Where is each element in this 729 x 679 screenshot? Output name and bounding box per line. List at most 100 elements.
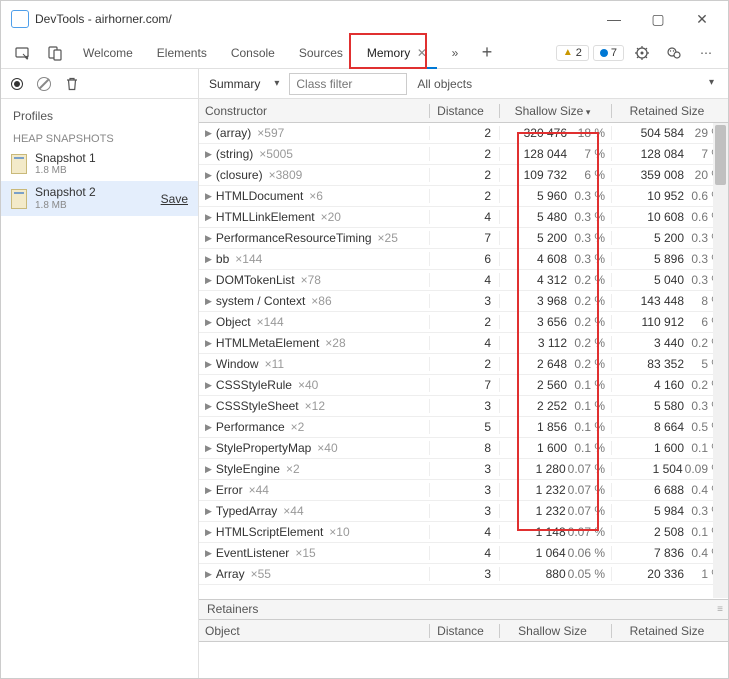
expand-icon[interactable]: ▶ — [205, 296, 212, 307]
feedback-icon[interactable] — [660, 39, 688, 67]
retained-size: 5 040 — [628, 273, 684, 287]
expand-icon[interactable]: ▶ — [205, 380, 212, 391]
distance-value: 4 — [429, 546, 499, 560]
table-row[interactable]: ▶StylePropertyMap×4081 6000.1 %1 6000.1 … — [199, 438, 728, 459]
table-row[interactable]: ▶system / Context×8633 9680.2 %143 4488 … — [199, 291, 728, 312]
maximize-button[interactable]: ▢ — [636, 4, 680, 34]
expand-icon[interactable]: ▶ — [205, 233, 212, 244]
close-button[interactable]: ✕ — [680, 4, 724, 34]
expand-icon[interactable]: ▶ — [205, 254, 212, 265]
objects-filter-dropdown[interactable]: All objects — [407, 77, 728, 91]
table-row[interactable]: ▶CSSStyleRule×4072 5600.1 %4 1600.2 % — [199, 375, 728, 396]
tab-elements[interactable]: Elements — [147, 37, 217, 69]
table-body[interactable]: ▶(array)×5972320 47618 %504 58429 %▶(str… — [199, 123, 728, 599]
instance-count: ×86 — [311, 294, 331, 308]
record-icon[interactable] — [11, 78, 23, 90]
expand-icon[interactable]: ▶ — [205, 422, 212, 433]
table-row[interactable]: ▶(string)×50052128 0447 %128 0847 % — [199, 144, 728, 165]
tab-sources[interactable]: Sources — [289, 37, 353, 69]
table-row[interactable]: ▶Performance×251 8560.1 %8 6640.5 % — [199, 417, 728, 438]
expand-icon[interactable]: ▶ — [205, 548, 212, 559]
expand-icon[interactable]: ▶ — [205, 212, 212, 223]
snapshot-2[interactable]: Snapshot 2 1.8 MB Save — [1, 181, 198, 215]
expand-icon[interactable]: ▶ — [205, 359, 212, 370]
col-retained-size[interactable]: Retained Size — [611, 104, 728, 118]
settings-icon[interactable] — [628, 39, 656, 67]
expand-icon[interactable]: ▶ — [205, 170, 212, 181]
tab-welcome[interactable]: Welcome — [73, 37, 143, 69]
expand-icon[interactable]: ▶ — [205, 149, 212, 160]
more-icon[interactable]: ⋯ — [692, 39, 720, 67]
tab-console[interactable]: Console — [221, 37, 285, 69]
constructor-name: HTMLMetaElement — [216, 336, 319, 350]
retainers-header[interactable]: Retainers≡ — [199, 600, 728, 620]
close-tab-icon[interactable]: ✕ — [417, 46, 427, 60]
shallow-pct: 6 % — [567, 168, 605, 182]
trash-icon[interactable] — [65, 77, 79, 91]
table-row[interactable]: ▶HTMLDocument×625 9600.3 %10 9520.6 % — [199, 186, 728, 207]
expand-icon[interactable]: ▶ — [205, 275, 212, 286]
rcol-distance[interactable]: Distance — [429, 624, 499, 638]
table-row[interactable]: ▶DOMTokenList×7844 3120.2 %5 0400.3 % — [199, 270, 728, 291]
expand-icon[interactable]: ▶ — [205, 569, 212, 580]
expand-icon[interactable]: ▶ — [205, 191, 212, 202]
constructor-name: HTMLScriptElement — [216, 525, 323, 539]
rcol-object[interactable]: Object — [199, 624, 429, 638]
col-constructor[interactable]: Constructor — [199, 104, 429, 118]
table-row[interactable]: ▶TypedArray×4431 2320.07 %5 9840.3 % — [199, 501, 728, 522]
expand-icon[interactable]: ▶ — [205, 317, 212, 328]
inspect-icon[interactable] — [9, 39, 37, 67]
messages-badge[interactable]: 7 — [593, 45, 624, 61]
retained-size: 5 984 — [628, 504, 684, 518]
table-row[interactable]: ▶Object×14423 6560.2 %110 9126 % — [199, 312, 728, 333]
expand-icon[interactable]: ▶ — [205, 128, 212, 139]
scrollbar-vertical[interactable] — [713, 123, 728, 598]
table-row[interactable]: ▶EventListener×1541 0640.06 %7 8360.4 % — [199, 543, 728, 564]
shallow-size: 3 656 — [511, 315, 567, 329]
col-shallow-size[interactable]: Shallow Size — [499, 104, 611, 118]
constructor-name: (array) — [216, 126, 251, 140]
snapshot-1[interactable]: Snapshot 1 1.8 MB — [1, 147, 198, 181]
table-row[interactable]: ▶Array×5538800.05 %20 3361 % — [199, 564, 728, 585]
table-row[interactable]: ▶HTMLScriptElement×1041 1480.07 %2 5080.… — [199, 522, 728, 543]
expand-icon[interactable]: ▶ — [205, 464, 212, 475]
expand-icon[interactable]: ▶ — [205, 485, 212, 496]
summary-dropdown[interactable]: Summary — [199, 70, 289, 98]
table-row[interactable]: ▶HTMLLinkElement×2045 4800.3 %10 6080.6 … — [199, 207, 728, 228]
col-distance[interactable]: Distance — [429, 104, 499, 118]
rcol-retained[interactable]: Retained Size — [611, 624, 728, 638]
expand-icon[interactable]: ▶ — [205, 338, 212, 349]
device-icon[interactable] — [41, 39, 69, 67]
table-row[interactable]: ▶PerformanceResourceTiming×2575 2000.3 %… — [199, 228, 728, 249]
distance-value: 3 — [429, 462, 499, 476]
class-filter-input[interactable] — [289, 73, 407, 95]
expand-icon[interactable]: ▶ — [205, 401, 212, 412]
rcol-shallow[interactable]: Shallow Size — [499, 624, 611, 638]
table-row[interactable]: ▶CSSStyleSheet×1232 2520.1 %5 5800.3 % — [199, 396, 728, 417]
table-row[interactable]: ▶Error×4431 2320.07 %6 6880.4 % — [199, 480, 728, 501]
window-title: DevTools - airhorner.com/ — [35, 12, 592, 26]
clear-icon[interactable] — [37, 77, 51, 91]
tab-memory[interactable]: Memory ✕ — [357, 37, 437, 69]
scrollbar-thumb[interactable] — [715, 125, 726, 185]
constructor-name: Object — [216, 315, 251, 329]
table-row[interactable]: ▶StyleEngine×231 2800.07 %1 5040.09 % — [199, 459, 728, 480]
table-row[interactable]: ▶(array)×5972320 47618 %504 58429 % — [199, 123, 728, 144]
shallow-size: 880 — [510, 567, 566, 581]
table-row[interactable]: ▶(closure)×38092109 7326 %359 00820 % — [199, 165, 728, 186]
add-tab-icon[interactable]: + — [473, 39, 501, 67]
shallow-pct: 0.1 % — [567, 378, 605, 392]
table-row[interactable]: ▶Window×1122 6480.2 %83 3525 % — [199, 354, 728, 375]
table-row[interactable]: ▶bb×14464 6080.3 %5 8960.3 % — [199, 249, 728, 270]
save-link[interactable]: Save — [161, 192, 188, 206]
expand-icon[interactable]: ▶ — [205, 506, 212, 517]
warnings-badge[interactable]: ▲2 — [556, 45, 589, 61]
minimize-button[interactable]: — — [592, 4, 636, 34]
shallow-size: 1 064 — [510, 546, 566, 560]
expand-icon[interactable]: ▶ — [205, 527, 212, 538]
expand-icon[interactable]: ▶ — [205, 443, 212, 454]
table-row[interactable]: ▶HTMLMetaElement×2843 1120.2 %3 4400.2 % — [199, 333, 728, 354]
shallow-pct: 0.07 % — [566, 504, 605, 518]
devtools-icon — [11, 10, 29, 28]
more-tabs-icon[interactable]: » — [441, 39, 469, 67]
